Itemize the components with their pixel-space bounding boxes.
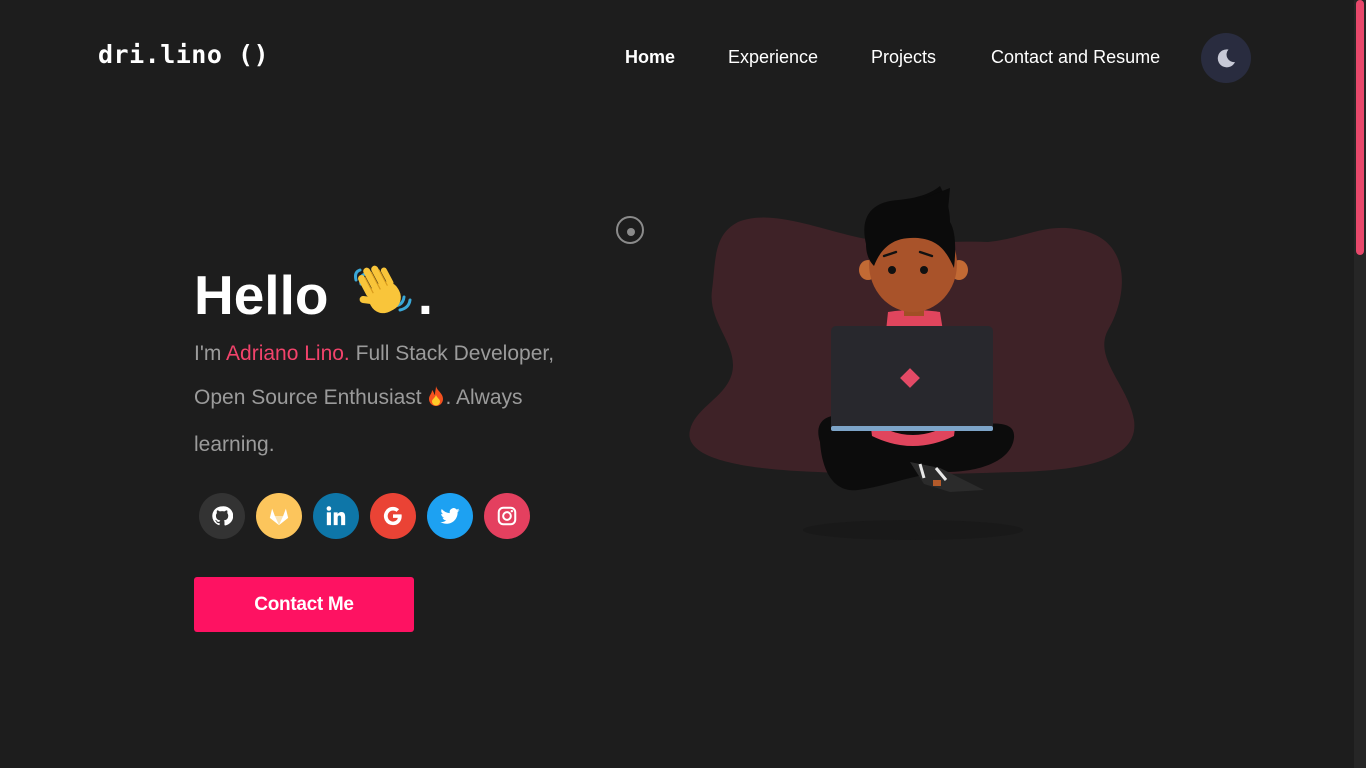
intro-prefix: I'm [194, 342, 227, 365]
floor-shadow [803, 520, 1023, 540]
github-link[interactable] [199, 493, 245, 539]
nav-home[interactable]: Home [625, 47, 675, 68]
page-scrollbar[interactable] [1354, 0, 1366, 768]
instagram-icon [497, 506, 517, 526]
contact-me-button[interactable]: Contact Me [194, 577, 414, 632]
hero-description: I'm Adriano Lino. Full Stack Developer, … [194, 332, 604, 467]
scrollbar-thumb[interactable] [1356, 0, 1364, 255]
greeting-punctuation: . [417, 264, 434, 326]
main-nav: Home Experience Projects Contact and Res… [0, 44, 1366, 72]
nav-experience[interactable]: Experience [728, 47, 818, 68]
gitlab-link[interactable] [256, 493, 302, 539]
twitter-icon [440, 508, 460, 524]
nav-contact-resume[interactable]: Contact and Resume [991, 47, 1160, 68]
theme-toggle-button[interactable] [1201, 33, 1251, 83]
linkedin-link[interactable] [313, 493, 359, 539]
gitlab-icon [269, 508, 289, 526]
google-link[interactable] [370, 493, 416, 539]
cursor-ring-icon [616, 216, 644, 244]
greeting-text: Hello [194, 264, 329, 326]
moon-icon [1217, 49, 1235, 68]
linkedin-icon [326, 506, 346, 526]
developer-laptop-illustration [689, 186, 1135, 540]
hero-title: Hello . [194, 258, 433, 336]
fire-icon [427, 379, 445, 423]
nav-projects[interactable]: Projects [871, 47, 936, 68]
instagram-link[interactable] [484, 493, 530, 539]
github-icon [212, 506, 233, 526]
twitter-link[interactable] [427, 493, 473, 539]
google-icon [383, 506, 402, 526]
author-name: Adriano Lino. [226, 342, 350, 365]
waving-hand-icon [352, 258, 414, 336]
